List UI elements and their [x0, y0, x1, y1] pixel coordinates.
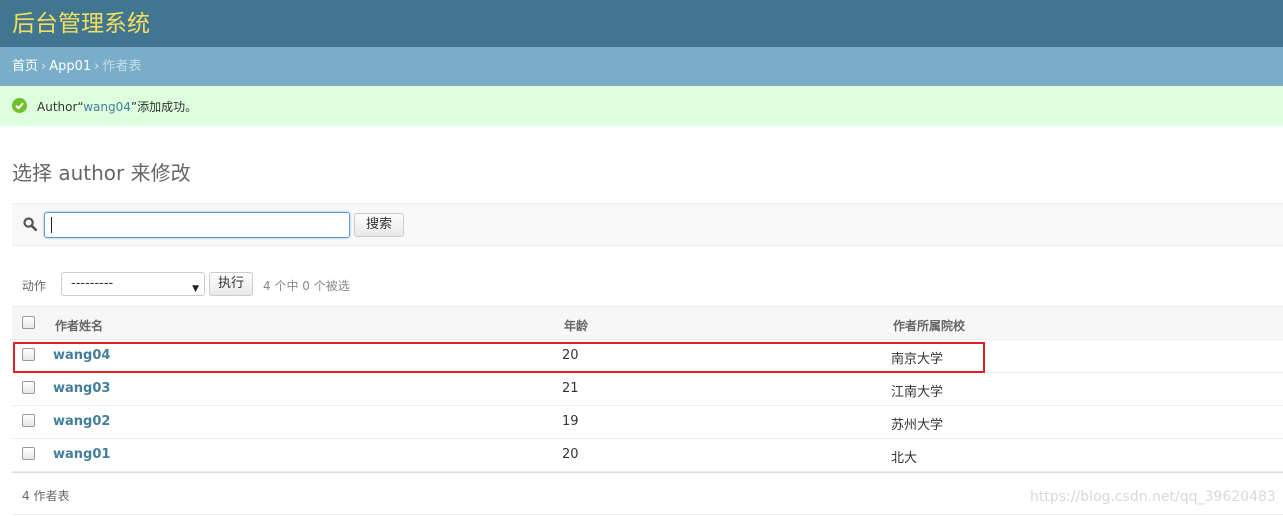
author-age: 19: [562, 414, 579, 429]
breadcrumb: 首页 › App01 › 作者表: [0, 47, 1283, 86]
header: 后台管理系统: [0, 0, 1283, 47]
check-circle-icon: [12, 98, 27, 113]
selection-counter: 4 个中 0 个被选: [263, 279, 350, 293]
highlight-box: [13, 342, 985, 373]
message-suffix: ”添加成功。: [130, 100, 198, 114]
watermark: https://blog.csdn.net/qq_39620483: [1030, 489, 1276, 505]
author-name-link[interactable]: wang01: [53, 447, 110, 462]
message-link[interactable]: wang04: [83, 100, 131, 114]
search-button[interactable]: 搜索: [354, 213, 404, 237]
column-header-school[interactable]: 作者所属院校: [893, 317, 965, 334]
select-all-checkbox[interactable]: [22, 316, 35, 329]
author-name-link[interactable]: wang03: [53, 381, 110, 396]
table-header: 作者姓名 年龄 作者所属院校: [12, 306, 1283, 340]
table-row: wang01 20 北大: [12, 439, 1283, 472]
site-title[interactable]: 后台管理系统: [12, 4, 150, 38]
action-select-value: ---------: [71, 276, 114, 291]
success-message: Author“wang04”添加成功。: [0, 86, 1283, 126]
author-school: 北大: [891, 451, 918, 466]
breadcrumb-separator: ›: [41, 59, 47, 74]
actions-bar: 动作 --------- ▼ 执行 4 个中 0 个被选: [12, 268, 1283, 302]
dropdown-arrow-icon: ▼: [192, 284, 199, 294]
breadcrumb-home[interactable]: 首页: [12, 59, 38, 74]
breadcrumb-current: 作者表: [102, 59, 142, 74]
author-age: 20: [562, 447, 579, 462]
text-cursor: [51, 217, 52, 233]
message-text: Author“wang04”添加成功。: [37, 98, 197, 115]
search-icon: [23, 217, 38, 235]
author-age: 21: [562, 381, 579, 396]
search-toolbar: 搜索: [12, 203, 1283, 246]
page-title: 选择 author 来修改: [12, 161, 191, 185]
execute-button[interactable]: 执行: [209, 272, 253, 296]
result-count: 4 作者表: [22, 489, 70, 503]
breadcrumb-separator: ›: [94, 59, 100, 74]
action-select[interactable]: --------- ▼: [61, 272, 205, 296]
table-row: wang03 21 江南大学: [12, 373, 1283, 406]
row-checkbox[interactable]: [22, 447, 35, 460]
search-input[interactable]: [44, 212, 350, 238]
author-school: 苏州大学: [891, 418, 944, 433]
row-checkbox[interactable]: [22, 414, 35, 427]
column-header-age[interactable]: 年龄: [564, 317, 588, 334]
table-row: wang02 19 苏州大学: [12, 406, 1283, 439]
author-school: 江南大学: [891, 385, 944, 400]
row-checkbox[interactable]: [22, 381, 35, 394]
breadcrumb-app[interactable]: App01: [49, 59, 91, 74]
message-prefix: Author“: [37, 100, 84, 114]
author-name-link[interactable]: wang02: [53, 414, 110, 429]
column-header-name[interactable]: 作者姓名: [55, 317, 103, 334]
action-label: 动作: [22, 279, 47, 293]
